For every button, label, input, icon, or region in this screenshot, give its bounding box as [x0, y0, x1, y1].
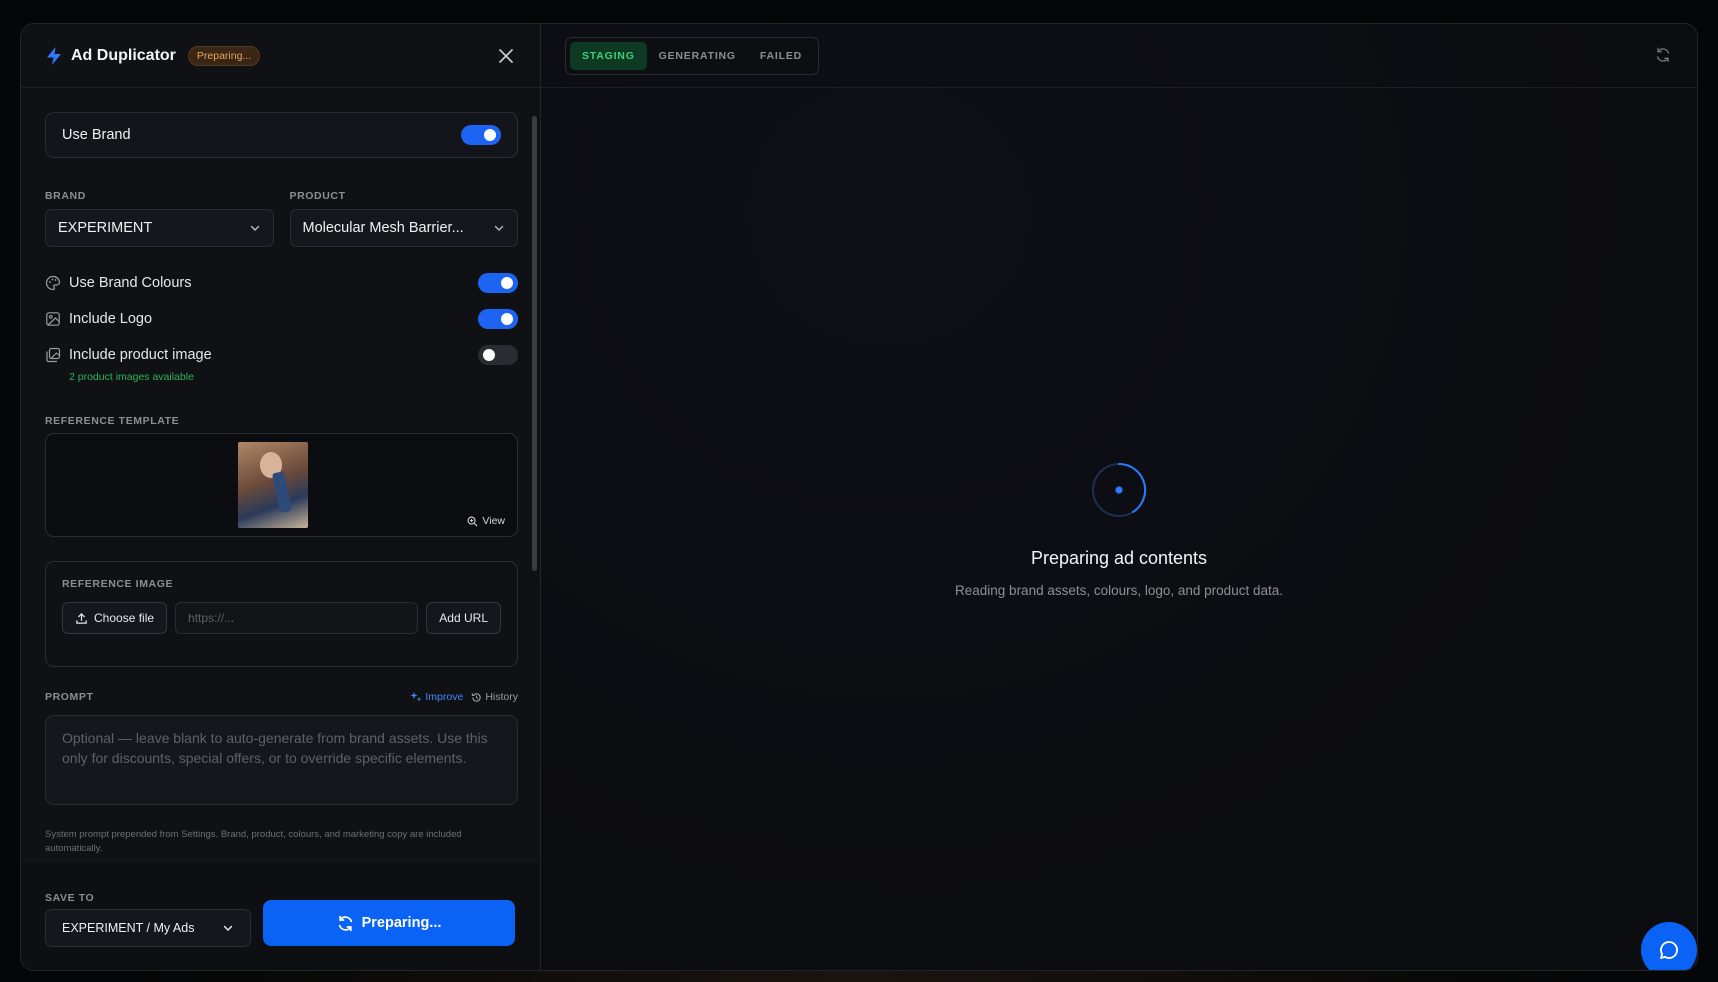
product-label: PRODUCT — [289, 190, 346, 202]
reference-template-label: REFERENCE TEMPLATE — [45, 415, 180, 427]
zoom-in-icon — [467, 516, 478, 526]
history-icon — [472, 692, 481, 702]
brand-select[interactable]: EXPERIMENT — [45, 209, 274, 247]
brand-field: BRAND EXPERIMENT — [45, 190, 274, 247]
refresh-icon — [338, 915, 352, 931]
image-icon — [45, 311, 61, 327]
add-url-label: Add URL — [439, 611, 488, 625]
prompt-textarea[interactable] — [45, 715, 518, 805]
status-title: Preparing ad contents — [1030, 548, 1208, 568]
use-brand-toggle[interactable] — [461, 125, 501, 145]
ad-duplicator-modal: Ad Duplicator Preparing... Use Brand BRA… — [20, 23, 1698, 971]
history-label: History — [485, 691, 518, 703]
options-list: Use Brand Colours Include Logo Include p… — [45, 265, 518, 383]
chat-button[interactable] — [1641, 922, 1697, 970]
palette-icon — [45, 275, 61, 291]
output-panel: STAGING GENERATING FAILED Preparing ad c… — [541, 24, 1697, 970]
save-to-label: SAVE TO — [45, 892, 95, 904]
status-subtitle: Reading brand assets, colours, logo, and… — [955, 583, 1283, 598]
chevron-down-icon — [493, 222, 505, 234]
view-template-button[interactable]: View — [467, 515, 505, 527]
spinner-icon — [1092, 462, 1147, 517]
choose-file-button[interactable]: Choose file — [62, 602, 168, 634]
option-brand-colours: Use Brand Colours — [45, 265, 518, 301]
product-image-toggle[interactable] — [478, 345, 518, 365]
brand-label: BRAND — [45, 190, 86, 202]
chevron-down-icon — [249, 222, 261, 234]
tab-staging[interactable]: STAGING — [570, 41, 647, 70]
choose-file-label: Choose file — [94, 611, 155, 625]
brand-select-value: EXPERIMENT — [58, 220, 153, 236]
refresh-button[interactable] — [1655, 47, 1673, 65]
settings-panel: Ad Duplicator Preparing... Use Brand BRA… — [21, 24, 541, 970]
chat-icon — [1660, 941, 1678, 959]
save-to-value: EXPERIMENT / My Ads — [62, 921, 195, 935]
use-brand-label: Use Brand — [62, 127, 131, 143]
option-product-image-label: Include product image — [69, 347, 212, 363]
chevron-down-icon — [222, 922, 234, 934]
panel-header: Ad Duplicator Preparing... — [21, 24, 540, 88]
history-button[interactable]: History — [471, 691, 518, 703]
reference-template-box: View — [45, 433, 518, 537]
images-icon — [45, 347, 61, 363]
panel-footer: SAVE TO EXPERIMENT / My Ads Preparing... — [21, 860, 540, 970]
prompt-label: PROMPT — [45, 691, 94, 703]
option-logo-label: Include Logo — [69, 311, 153, 327]
save-to-field: SAVE TO EXPERIMENT / My Ads — [45, 892, 251, 947]
preparing-button-label: Preparing... — [361, 915, 442, 931]
logo-toggle[interactable] — [478, 309, 518, 329]
option-brand-colours-label: Use Brand Colours — [69, 275, 192, 291]
tab-failed[interactable]: FAILED — [748, 42, 814, 70]
product-select[interactable]: Molecular Mesh Barrier... — [289, 209, 518, 247]
bolt-icon — [45, 46, 63, 66]
preparing-status: Preparing ad contents Reading brand asse… — [541, 462, 1697, 598]
view-label: View — [482, 515, 505, 527]
status-badge: Preparing... — [187, 45, 261, 66]
improve-label: Improve — [425, 691, 464, 703]
reference-image-box: REFERENCE IMAGE Choose file Add URL — [45, 561, 518, 667]
output-header: STAGING GENERATING FAILED — [541, 24, 1697, 88]
save-to-select[interactable]: EXPERIMENT / My Ads — [45, 909, 251, 947]
preparing-button[interactable]: Preparing... — [263, 900, 515, 946]
thumbnail-bottle — [271, 471, 293, 513]
improve-button[interactable]: Improve — [410, 691, 463, 703]
settings-scroll-area: Use Brand BRAND EXPERIMENT PRODUCT Molec… — [21, 88, 540, 860]
system-prompt-note: System prompt prepended from Settings. B… — [45, 829, 462, 854]
status-tabs: STAGING GENERATING FAILED — [565, 36, 820, 75]
product-select-value: Molecular Mesh Barrier... — [302, 220, 464, 236]
add-url-button[interactable]: Add URL — [426, 602, 501, 634]
product-images-available-note: 2 product images available — [69, 371, 194, 383]
upload-icon — [76, 612, 87, 624]
reference-url-input[interactable] — [175, 602, 419, 634]
prompt-header: PROMPT Improve History — [45, 691, 518, 703]
reference-image-row: Choose file Add URL — [62, 602, 501, 634]
option-product-image: Include product image — [45, 337, 518, 373]
close-icon — [499, 48, 513, 63]
brand-product-fields: BRAND EXPERIMENT PRODUCT Molecular Mesh … — [45, 190, 518, 247]
reference-image-label: REFERENCE IMAGE — [62, 578, 174, 590]
panel-title: Ad Duplicator — [71, 46, 176, 64]
sparkles-icon — [410, 692, 422, 702]
tab-generating[interactable]: GENERATING — [647, 42, 748, 70]
product-field: PRODUCT Molecular Mesh Barrier... — [289, 190, 518, 247]
reference-template-thumbnail[interactable] — [238, 442, 308, 528]
brand-colours-toggle[interactable] — [478, 273, 518, 293]
close-button[interactable] — [496, 46, 516, 66]
option-logo: Include Logo — [45, 301, 518, 337]
refresh-icon — [1656, 47, 1670, 62]
use-brand-card: Use Brand — [45, 112, 518, 158]
